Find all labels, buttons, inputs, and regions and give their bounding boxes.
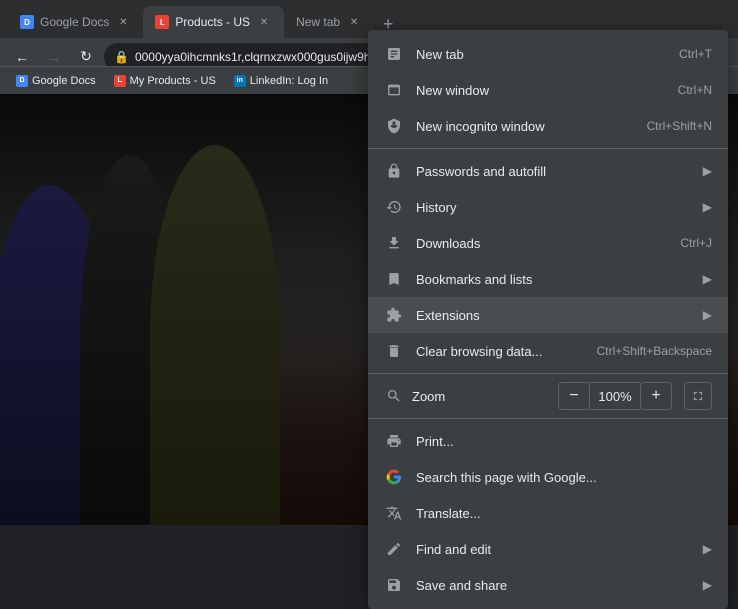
- menu-label-new-incognito: New incognito window: [416, 119, 635, 134]
- menu-item-passwords[interactable]: Passwords and autofill ▶: [368, 153, 728, 189]
- menu-label-find-edit: Find and edit: [416, 542, 687, 557]
- menu-item-zoom: Zoom − 100% +: [368, 378, 728, 414]
- extensions-arrow-icon: ▶: [703, 308, 712, 322]
- menu-label-translate: Translate...: [416, 506, 712, 521]
- menu-shortcut-clear-browsing: Ctrl+Shift+Backspace: [597, 344, 712, 358]
- menu-item-history[interactable]: History ▶: [368, 189, 728, 225]
- history-icon: [384, 197, 404, 217]
- tab-new[interactable]: New tab ✕: [284, 6, 374, 38]
- bookmark-linkedin-label: LinkedIn: Log In: [250, 75, 328, 87]
- zoom-controls: − 100% +: [558, 382, 672, 410]
- menu-item-clear-browsing[interactable]: Clear browsing data... Ctrl+Shift+Backsp…: [368, 333, 728, 369]
- menu-item-downloads[interactable]: Downloads Ctrl+J: [368, 225, 728, 261]
- menu-label-extensions: Extensions: [416, 308, 687, 323]
- extensions-icon: [384, 305, 404, 325]
- menu-item-new-incognito[interactable]: New incognito window Ctrl+Shift+N: [368, 108, 728, 144]
- zoom-plus-button[interactable]: +: [640, 382, 672, 410]
- bookmark-products-us-label: My Products - US: [130, 75, 216, 87]
- bookmark-google-docs[interactable]: D Google Docs: [8, 73, 104, 89]
- menu-label-new-window: New window: [416, 83, 666, 98]
- clear-browsing-icon: [384, 341, 404, 361]
- menu-label-print: Print...: [416, 434, 712, 449]
- zoom-value-display: 100%: [590, 382, 640, 410]
- new-window-icon: [384, 80, 404, 100]
- tab-products-us[interactable]: L Products - US ✕: [143, 6, 284, 38]
- menu-item-new-tab[interactable]: New tab Ctrl+T: [368, 36, 728, 72]
- menu-item-search-google[interactable]: Search this page with Google...: [368, 459, 728, 495]
- menu-divider-1: [368, 148, 728, 149]
- tab-google-docs[interactable]: D Google Docs ✕: [8, 6, 143, 38]
- translate-icon: [384, 503, 404, 523]
- save-share-icon: [384, 575, 404, 595]
- menu-item-extensions[interactable]: Extensions ▶: [368, 297, 728, 333]
- new-tab-icon: [384, 44, 404, 64]
- bookmark-google-docs-label: Google Docs: [32, 75, 96, 87]
- menu-label-history: History: [416, 200, 687, 215]
- find-edit-arrow-icon: ▶: [703, 542, 712, 556]
- zoom-icon: [384, 386, 404, 406]
- tab-close-google-docs[interactable]: ✕: [115, 14, 131, 30]
- menu-item-new-window[interactable]: New window Ctrl+N: [368, 72, 728, 108]
- save-share-arrow-icon: ▶: [703, 578, 712, 592]
- menu-label-clear-browsing: Clear browsing data...: [416, 344, 585, 359]
- tab-products-us-favicon: L: [155, 15, 169, 29]
- tab-google-docs-favicon: D: [20, 15, 34, 29]
- menu-item-translate[interactable]: Translate...: [368, 495, 728, 531]
- menu-divider-3: [368, 418, 728, 419]
- context-menu: New tab Ctrl+T New window Ctrl+N New inc…: [368, 30, 728, 609]
- menu-shortcut-downloads: Ctrl+J: [680, 236, 712, 250]
- tab-products-us-label: Products - US: [175, 15, 250, 29]
- find-edit-icon: [384, 539, 404, 559]
- passwords-icon: [384, 161, 404, 181]
- bookmark-products-us[interactable]: L My Products - US: [106, 73, 224, 89]
- menu-divider-2: [368, 373, 728, 374]
- menu-label-downloads: Downloads: [416, 236, 668, 251]
- passwords-arrow-icon: ▶: [703, 164, 712, 178]
- lock-icon: 🔒: [114, 50, 129, 64]
- menu-shortcut-new-window: Ctrl+N: [678, 83, 712, 97]
- bookmarks-icon: [384, 269, 404, 289]
- history-arrow-icon: ▶: [703, 200, 712, 214]
- menu-item-save-share[interactable]: Save and share ▶: [368, 567, 728, 603]
- menu-item-find-edit[interactable]: Find and edit ▶: [368, 531, 728, 567]
- zoom-fullscreen-button[interactable]: [684, 382, 712, 410]
- menu-label-bookmarks: Bookmarks and lists: [416, 272, 687, 287]
- menu-label-search-google: Search this page with Google...: [416, 470, 712, 485]
- menu-label-save-share: Save and share: [416, 578, 687, 593]
- print-icon: [384, 431, 404, 451]
- tab-close-new[interactable]: ✕: [346, 14, 362, 30]
- menu-shortcut-new-tab: Ctrl+T: [679, 47, 712, 61]
- menu-label-passwords: Passwords and autofill: [416, 164, 687, 179]
- incognito-icon: [384, 116, 404, 136]
- tab-new-label: New tab: [296, 15, 340, 29]
- zoom-minus-button[interactable]: −: [558, 382, 590, 410]
- zoom-label: Zoom: [412, 389, 550, 404]
- menu-label-new-tab: New tab: [416, 47, 667, 62]
- figure-3: [150, 145, 280, 525]
- menu-shortcut-new-incognito: Ctrl+Shift+N: [647, 119, 712, 133]
- tab-close-products-us[interactable]: ✕: [256, 14, 272, 30]
- bookmark-linkedin[interactable]: in LinkedIn: Log In: [226, 73, 336, 89]
- menu-item-print[interactable]: Print...: [368, 423, 728, 459]
- downloads-icon: [384, 233, 404, 253]
- menu-item-bookmarks[interactable]: Bookmarks and lists ▶: [368, 261, 728, 297]
- bookmarks-arrow-icon: ▶: [703, 272, 712, 286]
- google-search-icon: [384, 467, 404, 487]
- tab-google-docs-label: Google Docs: [40, 15, 109, 29]
